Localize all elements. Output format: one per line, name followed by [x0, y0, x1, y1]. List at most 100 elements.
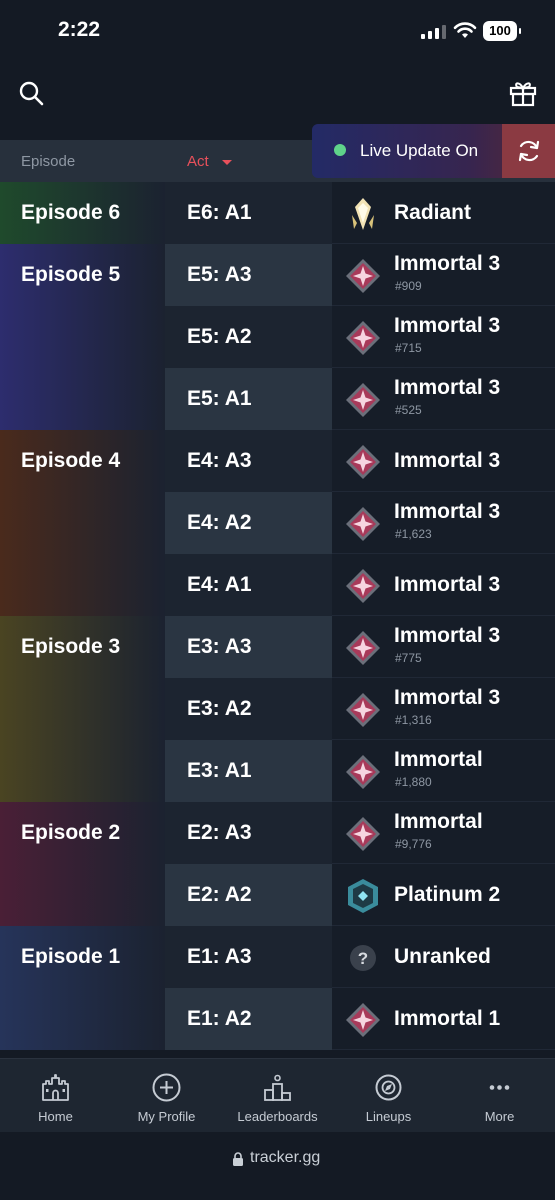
immortal-icon	[344, 815, 382, 853]
nav-item-home[interactable]: Home	[0, 1059, 111, 1133]
rank-cell: Immortal 3 #525	[332, 368, 555, 430]
episode-cell	[0, 678, 165, 740]
rank-cell: ? Unranked	[332, 926, 555, 988]
bottom-nav: Home My Profile Leaderboards Lineups More	[0, 1058, 555, 1132]
leaderboard-position: #1,623	[395, 527, 432, 541]
search-icon[interactable]	[18, 80, 44, 106]
rank-cell: Immortal #1,880	[332, 740, 555, 802]
episode-cell	[0, 554, 165, 616]
cellular-signal-icon	[421, 25, 446, 39]
act-cell: E6: A1	[165, 182, 332, 244]
refresh-button[interactable]	[502, 124, 555, 178]
rank-history-table: Episode 6 E6: A1 Radiant Episode 5 E5: A3 Imm…	[0, 182, 555, 1050]
table-row[interactable]: E5: A2 Immortal 3 #715	[0, 306, 555, 368]
act-label: E3: A1	[187, 759, 252, 782]
episode-cell	[0, 492, 165, 554]
table-row[interactable]: Episode 1 E1: A3? Unranked	[0, 926, 555, 988]
episode-cell: Episode 1	[0, 926, 165, 988]
nav-label: More	[484, 1109, 515, 1124]
nav-label: Home	[38, 1109, 73, 1124]
rank-name: Immortal 3	[394, 252, 501, 275]
podium-icon	[262, 1072, 293, 1103]
act-label: E5: A1	[187, 387, 252, 410]
rank-cell: Immortal 3 #1,623	[332, 492, 555, 554]
episode-label: Episode 4	[21, 449, 121, 472]
episode-column-header[interactable]: Episode	[21, 153, 75, 170]
table-row[interactable]: Episode 3 E3: A3 Immortal 3 #775	[0, 616, 555, 678]
more-dots-icon	[484, 1072, 515, 1103]
nav-item-more[interactable]: More	[444, 1059, 555, 1133]
nav-item-lineups[interactable]: Lineups	[333, 1059, 444, 1133]
episode-label: Episode 5	[21, 263, 121, 286]
act-label: E3: A2	[187, 697, 252, 720]
act-cell: E1: A2	[165, 988, 332, 1050]
rank-name: Radiant	[394, 201, 472, 224]
table-row[interactable]: E3: A2 Immortal 3 #1,316	[0, 678, 555, 740]
nav-label: My Profile	[137, 1109, 196, 1124]
rank-name: Immortal 3	[394, 624, 501, 647]
rank-cell: Immortal 3 #909	[332, 244, 555, 306]
gift-icon[interactable]	[508, 78, 538, 108]
act-cell: E3: A1	[165, 740, 332, 802]
rank-name: Immortal 3	[394, 500, 501, 523]
act-cell: E4: A2	[165, 492, 332, 554]
act-label: E1: A2	[187, 1007, 252, 1030]
immortal-icon	[344, 505, 382, 543]
act-label: E5: A3	[187, 263, 252, 286]
table-row[interactable]: Episode 5 E5: A3 Immortal 3 #909	[0, 244, 555, 306]
compass-icon	[373, 1072, 404, 1103]
episode-label: Episode 2	[21, 821, 121, 844]
nav-item-my-profile[interactable]: My Profile	[111, 1059, 222, 1133]
rank-name: Immortal 3	[394, 573, 501, 596]
rank-cell: Immortal 3 #715	[332, 306, 555, 368]
nav-label: Lineups	[365, 1109, 412, 1124]
act-cell: E2: A2	[165, 864, 332, 926]
table-row[interactable]: E5: A1 Immortal 3 #525	[0, 368, 555, 430]
act-label: E4: A2	[187, 511, 252, 534]
rank-cell: Immortal 3	[332, 430, 555, 492]
episode-cell: Episode 5	[0, 244, 165, 306]
immortal-icon	[344, 691, 382, 729]
table-row[interactable]: E2: A2 Platinum 2	[0, 864, 555, 926]
table-row[interactable]: Episode 2 E2: A3 Immortal #9,776	[0, 802, 555, 864]
episode-cell: Episode 3	[0, 616, 165, 678]
live-update-label: Live Update On	[360, 141, 479, 160]
sort-caret-icon[interactable]	[222, 160, 232, 165]
episode-cell	[0, 306, 165, 368]
rank-cell: Immortal 3 #775	[332, 616, 555, 678]
rank-cell: Immortal 1	[332, 988, 555, 1050]
table-row[interactable]: E4: A2 Immortal 3 #1,623	[0, 492, 555, 554]
live-status-dot	[334, 144, 346, 156]
leaderboard-position: #909	[395, 279, 422, 293]
table-row[interactable]: E3: A1 Immortal #1,880	[0, 740, 555, 802]
leaderboard-position: #1,880	[395, 775, 432, 789]
leaderboard-position: #1,316	[395, 713, 432, 727]
episode-cell	[0, 740, 165, 802]
rank-cell: Immortal 3 #1,316	[332, 678, 555, 740]
table-row[interactable]: E4: A1 Immortal 3	[0, 554, 555, 616]
episode-cell: Episode 4	[0, 430, 165, 492]
rank-name: Immortal	[394, 748, 483, 771]
table-row[interactable]: Episode 6 E6: A1 Radiant	[0, 182, 555, 244]
immortal-icon	[344, 443, 382, 481]
act-column-header[interactable]: Act	[187, 153, 209, 170]
rank-name: Unranked	[394, 945, 491, 968]
nav-item-leaderboards[interactable]: Leaderboards	[222, 1059, 333, 1133]
act-label: E1: A3	[187, 945, 252, 968]
unranked-icon: ?	[344, 939, 382, 977]
act-cell: E4: A3	[165, 430, 332, 492]
act-label: E3: A3	[187, 635, 252, 658]
leaderboard-position: #775	[395, 651, 422, 665]
lock-icon	[233, 1152, 243, 1166]
live-update-banner[interactable]: Live Update On	[312, 124, 555, 178]
table-row[interactable]: Episode 4 E4: A3 Immortal 3	[0, 430, 555, 492]
page: 2:22 100 Episode Act Live Update On Epis…	[0, 0, 555, 1200]
episode-cell	[0, 864, 165, 926]
rank-cell: Radiant	[332, 182, 555, 244]
episode-cell	[0, 988, 165, 1050]
url-bar[interactable]: tracker.gg	[0, 1132, 555, 1200]
act-cell: E2: A3	[165, 802, 332, 864]
episode-cell: Episode 2	[0, 802, 165, 864]
table-row[interactable]: E1: A2 Immortal 1	[0, 988, 555, 1050]
immortal-icon	[344, 257, 382, 295]
